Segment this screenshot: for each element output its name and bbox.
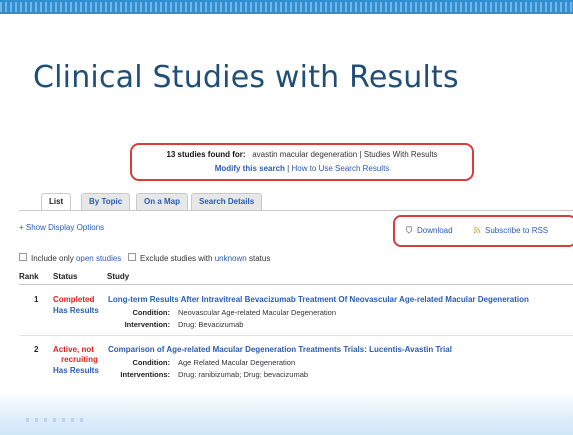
row-1-condition-label: Condition: <box>132 308 171 317</box>
row-2-study-title[interactable]: Comparison of Age-related Macular Degene… <box>108 345 452 354</box>
search-filter: Studies With Results <box>363 150 438 159</box>
include-open-checkbox[interactable] <box>19 253 27 261</box>
exclude-suffix: status <box>248 254 271 263</box>
row-1-condition: Condition: Neovascular Age-related Macula… <box>108 308 337 317</box>
row-2-has-results[interactable]: Has Results <box>53 366 99 375</box>
row-1-study-title[interactable]: Long-term Results After Intravitreal Bev… <box>108 295 529 304</box>
row-2-intervention-value: Drug: ranibizumab; Drug: bevacizumab <box>178 370 309 379</box>
subscribe-rss-link[interactable]: Subscribe to RSS <box>473 226 548 235</box>
tab-search-details[interactable]: Search Details <box>191 193 263 210</box>
unknown-link[interactable]: unknown <box>215 254 247 263</box>
row-2-status-line-1: Active, not <box>53 345 94 354</box>
row-1-intervention: Intervention: Drug: Bevacizumab <box>108 320 244 329</box>
include-prefix: Include only <box>31 254 74 263</box>
download-link[interactable]: Download <box>405 226 453 235</box>
row-2-condition-label: Condition: <box>132 358 171 367</box>
header-status: Status <box>53 272 78 281</box>
slide-title: Clinical Studies with Results <box>33 60 459 95</box>
row-1-status: Completed <box>53 295 95 304</box>
subscribe-label: Subscribe to RSS <box>485 226 549 235</box>
row-2-condition: Condition: Age Related Macular Degenerati… <box>108 358 296 367</box>
help-link[interactable]: How to Use Search Results <box>291 164 389 173</box>
search-results-screenshot: 13 studies found for: avastin macular de… <box>19 133 573 388</box>
row-1-intervention-label: Intervention: <box>124 320 170 329</box>
exclude-prefix: Exclude studies with <box>139 254 213 263</box>
rss-icon <box>473 226 481 234</box>
found-count: 13 studies found for: <box>166 150 246 159</box>
download-label: Download <box>417 226 453 235</box>
row-1-condition-value: Neovascular Age-related Macular Degenera… <box>178 308 337 317</box>
top-band-stripes <box>0 2 573 12</box>
row-2-condition-value: Age Related Macular Degeneration <box>178 358 296 367</box>
bottom-decorative-dots <box>26 418 86 422</box>
search-summary-box: 13 studies found for: avastin macular de… <box>130 143 474 181</box>
search-query: avastin macular degeneration <box>252 150 358 159</box>
download-icon <box>406 226 412 234</box>
row-1-has-results[interactable]: Has Results <box>53 306 99 315</box>
tab-list[interactable]: List <box>41 193 72 211</box>
row-2-status-line-2: recruiting <box>61 355 98 364</box>
row-2-intervention-label: Interventions: <box>120 370 170 379</box>
row-2-intervention: Interventions: Drug: ranibizumab; Drug: b… <box>108 370 308 379</box>
row-divider <box>19 335 573 336</box>
row-1-intervention-value: Drug: Bevacizumab <box>178 320 244 329</box>
tab-divider <box>19 210 573 211</box>
exclude-unknown-checkbox[interactable] <box>127 253 136 261</box>
header-study: Study <box>107 272 130 281</box>
found-line: 13 studies found for: avastin macular de… <box>166 150 438 159</box>
tab-by-topic[interactable]: By Topic <box>81 193 131 210</box>
header-divider <box>19 284 573 285</box>
download-subscribe-box: Download Subscribe to RSS <box>393 215 573 247</box>
row-1-rank: 1 <box>34 295 39 304</box>
modify-search-link[interactable]: Modify this search <box>215 164 285 173</box>
bottom-decorative-fade <box>0 392 573 435</box>
tab-on-a-map[interactable]: On a Map <box>136 193 189 210</box>
open-studies-link[interactable]: open studies <box>76 254 121 263</box>
top-decorative-band <box>0 0 573 14</box>
header-rank: Rank <box>19 272 39 281</box>
filter-options-row: Include only open studies Exclude studie… <box>19 253 270 263</box>
modify-line: Modify this search | How to Use Search R… <box>214 164 390 173</box>
row-2-rank: 2 <box>34 345 39 354</box>
show-display-options-link[interactable]: + Show Display Options <box>19 223 104 232</box>
